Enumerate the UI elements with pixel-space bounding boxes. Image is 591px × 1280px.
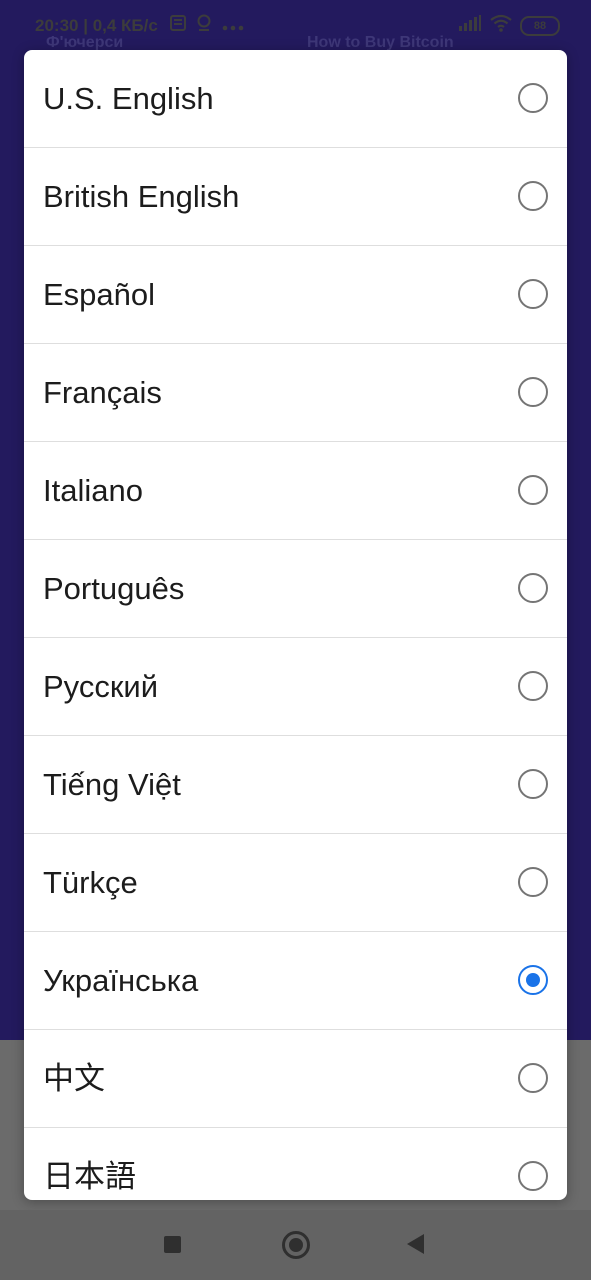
language-option[interactable]: Русский [24,638,567,736]
language-option[interactable]: 日本語 [24,1128,567,1200]
language-option[interactable]: Français [24,344,567,442]
language-option-label: Italiano [43,473,143,508]
radio-unchecked-icon[interactable] [518,867,548,897]
language-option-label: Русский [43,669,159,704]
language-option[interactable]: Português [24,540,567,638]
recent-apps-icon[interactable] [164,1236,181,1253]
language-option-label: Español [43,277,156,312]
notes-icon [170,15,186,36]
radio-unchecked-icon[interactable] [518,671,548,701]
language-option-label: Türkçe [43,865,138,900]
more-icon [222,16,244,36]
language-option[interactable]: U.S. English [24,50,567,148]
navigation-bar [0,1210,591,1280]
language-option[interactable]: British English [24,148,567,246]
radio-unchecked-icon[interactable] [518,279,548,309]
radio-unchecked-icon[interactable] [518,181,548,211]
network-speed: | 0,4 КБ/с [83,16,158,35]
wifi-icon [490,14,512,37]
radio-unchecked-icon[interactable] [518,83,548,113]
language-dialog: U.S. English British English Español França… [24,50,567,1200]
language-option-label: 中文 [43,1061,105,1096]
radio-unchecked-icon[interactable] [518,1161,548,1191]
language-option[interactable]: 中文 [24,1030,567,1128]
back-icon[interactable] [407,1234,424,1254]
radio-unchecked-icon[interactable] [518,769,548,799]
language-option[interactable]: Türkçe [24,834,567,932]
language-option-label: Tiếng Việt [43,767,181,802]
home-icon[interactable] [282,1231,310,1259]
radio-unchecked-icon[interactable] [518,1063,548,1093]
radio-unchecked-icon[interactable] [518,573,548,603]
location-icon [196,14,212,37]
radio-unchecked-icon[interactable] [518,475,548,505]
radio-unchecked-icon[interactable] [518,377,548,407]
signal-icon [458,15,482,36]
status-right-icons: 88 [458,14,560,37]
language-option-label: 日本語 [43,1159,136,1194]
language-option-label: British English [43,179,240,214]
status-left-icons [170,14,244,37]
language-option-label: Українська [43,963,199,998]
language-option[interactable]: Українська [24,932,567,1030]
language-option[interactable]: Español [24,246,567,344]
status-time: 20:30 | 0,4 КБ/с [35,16,158,36]
language-option[interactable]: Tiếng Việt [24,736,567,834]
status-time-text: 20:30 [35,16,79,35]
language-option-label: U.S. English [43,81,214,116]
status-bar: 20:30 | 0,4 КБ/с 88 [0,0,591,50]
language-option[interactable]: Italiano [24,442,567,540]
language-option-label: Français [43,375,162,410]
radio-checked-icon[interactable] [518,965,548,995]
language-option-label: Português [43,571,185,606]
battery-icon: 88 [520,15,560,36]
